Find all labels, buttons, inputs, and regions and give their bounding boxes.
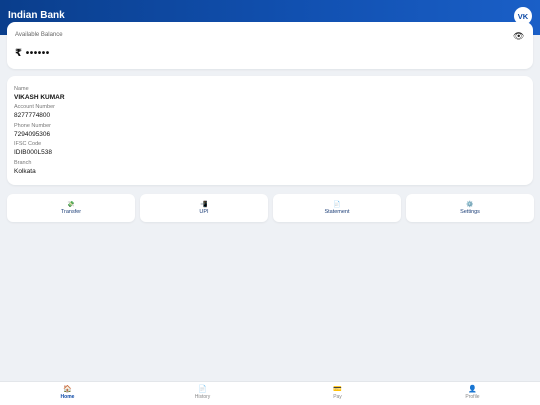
detail-label: Account Number: [14, 104, 55, 110]
nav-label-history: History: [194, 394, 211, 400]
settings-icon: ⚙️: [466, 202, 474, 208]
detail-branch: Branch Kolkata: [14, 160, 36, 176]
nav-label-home: Home: [60, 394, 75, 400]
statement-icon: 📄: [333, 202, 341, 208]
home-icon: 🏠: [63, 386, 72, 393]
detail-value: 7294095306: [14, 131, 51, 138]
detail-label: Phone Number: [14, 123, 51, 129]
transfer-button[interactable]: 💸 Transfer: [7, 194, 135, 222]
statement-button[interactable]: 📄 Statement: [273, 194, 401, 222]
bottom-nav: 🏠 Home 📄 History 💳 Pay 👤 Profile: [0, 381, 540, 405]
nav-label-pay: Pay: [333, 394, 342, 400]
upi-button[interactable]: 📲 UPI: [140, 194, 268, 222]
upi-label: UPI: [199, 209, 209, 215]
app-title: Indian Bank: [8, 10, 65, 21]
settings-button[interactable]: ⚙️ Settings: [406, 194, 534, 222]
statement-label: Statement: [324, 209, 350, 215]
nav-label-profile: Profile: [465, 394, 480, 400]
detail-account-number: Account Number 8277774800: [14, 104, 55, 120]
detail-ifsc-code: IFSC Code IDIB000L538: [14, 141, 52, 157]
nav-item-home[interactable]: 🏠 Home: [0, 385, 135, 401]
settings-label: Settings: [460, 209, 480, 215]
detail-phone-number: Phone Number 7294095306: [14, 123, 51, 139]
eye-icon[interactable]: 👁: [513, 31, 524, 42]
detail-label: Name: [14, 86, 29, 92]
detail-value: Kolkata: [14, 168, 36, 175]
detail-value: VIKASH KUMAR: [14, 94, 65, 101]
profile-icon: 👤: [468, 386, 477, 393]
nav-item-pay[interactable]: 💳 Pay: [270, 385, 405, 401]
account-details-card: Name VIKASH KUMAR Account Number 8277774…: [7, 76, 533, 185]
detail-label: IFSC Code: [14, 141, 42, 147]
detail-value: 8277774800: [14, 112, 51, 119]
balance-label: Available Balance: [15, 32, 63, 38]
history-icon: 📄: [198, 386, 207, 393]
nav-item-history[interactable]: 📄 History: [135, 385, 270, 401]
balance-value: ₹ ••••••: [15, 48, 50, 59]
transfer-label: Transfer: [60, 209, 82, 215]
detail-value: IDIB000L538: [14, 149, 52, 156]
detail-name: Name VIKASH KUMAR: [14, 86, 65, 102]
transfer-icon: 💸: [67, 202, 75, 208]
upi-icon: 📲: [200, 202, 208, 208]
pay-icon: 💳: [333, 386, 342, 393]
nav-item-profile[interactable]: 👤 Profile: [405, 385, 540, 401]
detail-label: Branch: [14, 160, 32, 166]
balance-card: Available Balance ₹ •••••• 👁: [7, 22, 533, 69]
